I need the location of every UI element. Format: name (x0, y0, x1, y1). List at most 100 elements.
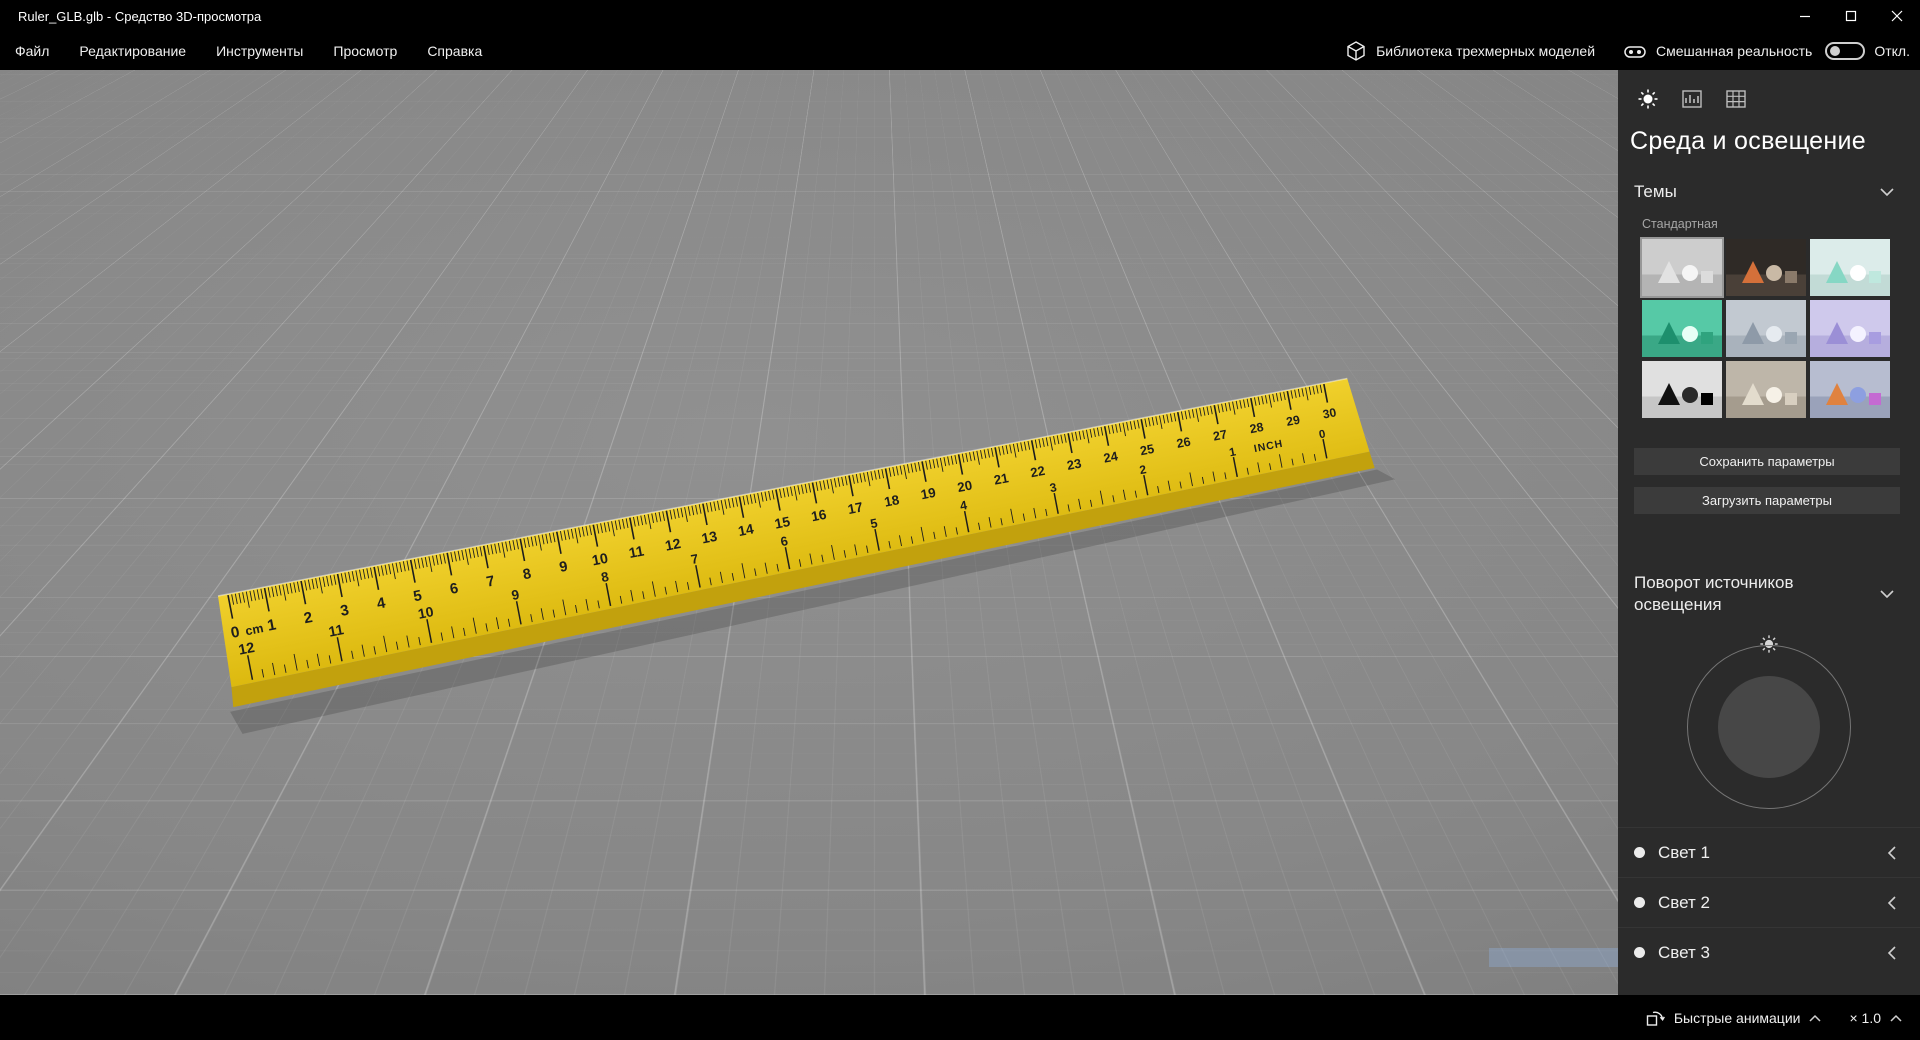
chart-frame-icon (1682, 90, 1702, 108)
svg-text:13: 13 (700, 528, 719, 547)
themes-section-header[interactable]: Темы (1618, 182, 1920, 202)
library-button[interactable]: Библиотека трехмерных моделей (1345, 40, 1595, 62)
app-window: Ruler_GLB.glb - Средство 3D-просмотра Фа… (0, 0, 1920, 1040)
mixed-reality-toggle[interactable] (1825, 42, 1866, 60)
themes-group-label: Стандартная (1642, 217, 1718, 231)
svg-text:28: 28 (1249, 420, 1265, 436)
chevron-left-icon (1887, 845, 1896, 860)
menu-view[interactable]: Просмотр (318, 32, 412, 70)
svg-text:10: 10 (591, 551, 610, 570)
theme-thumbnail-cool-gray[interactable] (1726, 300, 1806, 357)
playback-speed-label: × 1.0 (1849, 1009, 1881, 1026)
cone-shape (1826, 383, 1848, 405)
svg-text:20: 20 (956, 478, 973, 496)
theme-thumbnail-warm-gray[interactable] (1726, 361, 1806, 418)
minimize-button[interactable] (1782, 0, 1828, 32)
svg-text:16: 16 (810, 507, 828, 525)
dial-knob[interactable] (1718, 676, 1820, 778)
light-row-2[interactable]: Свет 2 (1618, 877, 1920, 927)
light-rotation-section-header[interactable]: Поворот источников освещения (1618, 572, 1920, 616)
theme-thumbnail-multicolor[interactable] (1810, 361, 1890, 418)
menu-edit[interactable]: Редактирование (64, 32, 201, 70)
menu-help[interactable]: Справка (412, 32, 497, 70)
quick-animations-control[interactable]: Быстрые анимации (1645, 1008, 1822, 1028)
sphere-shape (1766, 387, 1782, 403)
viewport-3d[interactable]: 0 1 2 3 4 5 6 7 8 9 10 11 12 13 14 15 16 17 18 19 20 21 22 23 24… (0, 70, 1618, 995)
maximize-icon (1845, 10, 1857, 22)
dial-ring[interactable] (1687, 645, 1851, 809)
quick-animations-icon (1646, 1011, 1665, 1026)
sphere-shape (1682, 387, 1698, 403)
theme-thumbnail-mint[interactable] (1810, 239, 1890, 296)
load-parameters-button[interactable]: Загрузить параметры (1634, 487, 1900, 514)
svg-text:23: 23 (1066, 456, 1083, 473)
svg-text:26: 26 (1175, 435, 1191, 451)
light-rotation-dial[interactable] (1618, 616, 1920, 821)
chevron-left-icon (1887, 895, 1896, 910)
sphere-shape (1850, 387, 1866, 403)
svg-text:11: 11 (628, 543, 646, 562)
menubar-right: Библиотека трехмерных моделей Смешанная … (1345, 32, 1920, 70)
theme-thumbnail-black-white[interactable] (1642, 361, 1722, 418)
chevron-up-icon (1809, 1014, 1821, 1022)
maximize-button[interactable] (1828, 0, 1874, 32)
menubar: Файл Редактирование Инструменты Просмотр… (0, 32, 1920, 70)
mixed-reality-label: Смешанная реальность (1656, 43, 1813, 59)
panel-title: Среда и освещение (1630, 127, 1866, 155)
sphere-shape (1850, 326, 1866, 342)
theme-thumbnail-dark-amber[interactable] (1726, 239, 1806, 296)
menu-file[interactable]: Файл (0, 32, 64, 70)
tab-stats[interactable] (1670, 84, 1714, 114)
svg-text:12: 12 (237, 640, 256, 659)
svg-text:29: 29 (1285, 413, 1301, 429)
cube-icon (1347, 41, 1365, 61)
light-indicator (1634, 897, 1645, 908)
bottom-bar: Быстрые анимации × 1.0 (0, 995, 1920, 1040)
cube-shape (1869, 393, 1881, 405)
close-icon (1891, 10, 1903, 22)
menu-tools[interactable]: Инструменты (201, 32, 318, 70)
svg-text:10: 10 (417, 603, 435, 622)
main-area: 0 1 2 3 4 5 6 7 8 9 10 11 12 13 14 15 16 17 18 19 20 21 22 23 24… (0, 70, 1920, 995)
light-row-3[interactable]: Свет 3 (1618, 927, 1920, 977)
mixed-reality-state: Откл. (1874, 43, 1910, 59)
sphere-shape (1682, 326, 1698, 342)
sphere-shape (1850, 265, 1866, 281)
ruler-model[interactable]: 0 1 2 3 4 5 6 7 8 9 10 11 12 13 14 15 16 17 18 19 20 21 22 23 24… (0, 70, 1618, 995)
selection-highlight (1489, 948, 1618, 967)
theme-thumbnail-teal-green[interactable] (1642, 300, 1722, 357)
cube-shape (1785, 393, 1797, 405)
cone-shape (1658, 383, 1680, 405)
cube-shape (1785, 332, 1797, 344)
chevron-left-icon (1887, 945, 1896, 960)
cone-shape (1742, 261, 1764, 283)
svg-text:21: 21 (993, 470, 1010, 487)
minimize-icon (1800, 15, 1810, 18)
chevron-down-icon (1880, 187, 1894, 196)
tab-environment-lighting[interactable] (1626, 84, 1670, 114)
light-indicator (1634, 847, 1645, 858)
cone-shape (1658, 322, 1680, 344)
chevron-down-icon (1880, 589, 1894, 598)
svg-text:30: 30 (1322, 405, 1338, 421)
playback-speed-control[interactable]: × 1.0 (1849, 1010, 1902, 1026)
svg-text:17: 17 (846, 499, 864, 517)
light-row-1[interactable]: Свет 1 (1618, 827, 1920, 877)
svg-text:22: 22 (1029, 463, 1046, 480)
panel-tabs (1618, 70, 1920, 114)
svg-text:11: 11 (327, 622, 345, 641)
cone-shape (1742, 322, 1764, 344)
right-panel: Среда и освещение Темы Стандартная Сохра… (1618, 70, 1920, 995)
tab-grid-settings[interactable] (1714, 84, 1758, 114)
cone-shape (1658, 261, 1680, 283)
cube-shape (1869, 271, 1881, 283)
grid-icon (1726, 90, 1746, 108)
window-controls (1782, 0, 1920, 32)
theme-thumbnail-default-light-gray[interactable] (1640, 237, 1724, 298)
save-parameters-button[interactable]: Сохранить параметры (1634, 448, 1900, 475)
theme-thumbnail-lavender[interactable] (1810, 300, 1890, 357)
mixed-reality-icon (1624, 46, 1646, 58)
close-button[interactable] (1874, 0, 1920, 32)
mixed-reality-control: Смешанная реальность Откл. (1623, 40, 1910, 62)
svg-text:19: 19 (920, 485, 937, 503)
